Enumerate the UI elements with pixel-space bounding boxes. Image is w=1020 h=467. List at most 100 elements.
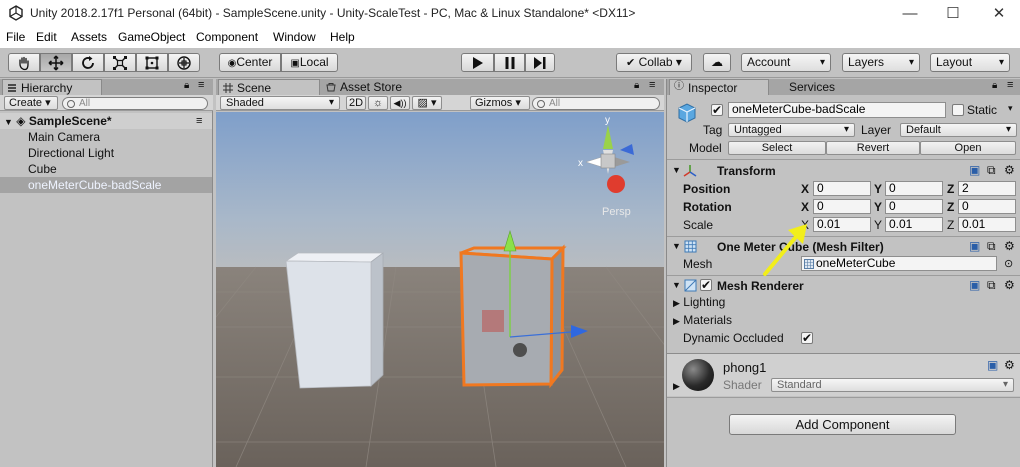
static-label: Static	[967, 103, 998, 117]
account-dropdown[interactable]: Account	[741, 53, 831, 72]
scene-root-row[interactable]: ▼ ◈ SampleScene* ≡	[0, 113, 212, 129]
help-book-icon[interactable]: ▣	[969, 278, 980, 292]
scale-tool-button[interactable]	[104, 53, 136, 72]
rect-tool-button[interactable]	[136, 53, 168, 72]
hierarchy-item[interactable]: Cube	[0, 161, 212, 177]
panel-menu-icon[interactable]: ≡	[198, 79, 204, 91]
close-button[interactable]: ✕	[984, 4, 1014, 24]
pause-button[interactable]	[494, 53, 525, 72]
hierarchy-item-selected[interactable]: oneMeterCube-badScale	[0, 177, 212, 193]
model-select-button[interactable]: Select	[728, 141, 826, 155]
tab-hierarchy[interactable]: Hierarchy	[2, 79, 102, 95]
tab-inspector[interactable]: ⓘ Inspector	[669, 79, 769, 95]
effects-dropdown[interactable]: ▨ ▾	[412, 96, 442, 110]
shading-mode-dropdown[interactable]: Shaded	[220, 96, 340, 110]
mesh-filter-header[interactable]: ▼ One Meter Cube (Mesh Filter) ▣ ⧉ ⚙	[667, 239, 1020, 255]
menu-window[interactable]: Window	[273, 30, 316, 44]
position-y-field[interactable]: 0	[885, 181, 943, 196]
menu-file[interactable]: File	[6, 30, 25, 44]
lighting-toggle[interactable]: ☼	[368, 96, 388, 110]
pivot-local-button[interactable]: ▣Local	[281, 53, 338, 72]
preset-icon[interactable]: ⧉	[987, 163, 996, 178]
inspector-menu-icon[interactable]: ≡	[1007, 79, 1013, 91]
hierarchy-item[interactable]: Directional Light	[0, 145, 212, 161]
collab-button[interactable]: ✔ Collab ▾	[616, 53, 692, 72]
selected-cube-object[interactable]	[459, 244, 567, 389]
tag-label: Tag	[703, 123, 723, 137]
mesh-renderer-header[interactable]: ▼ ✔ Mesh Renderer ▣ ⧉ ⚙	[667, 278, 1020, 294]
object-picker-icon[interactable]: ⊙	[1004, 257, 1013, 270]
lighting-foldout[interactable]: ▶ Lighting	[673, 295, 873, 311]
create-dropdown[interactable]: Create ▾	[4, 96, 58, 110]
preset-icon[interactable]: ⧉	[987, 278, 996, 293]
scene-search-input[interactable]: All	[532, 97, 660, 110]
model-revert-button[interactable]: Revert	[826, 141, 920, 155]
component-gear-icon[interactable]: ⚙	[1004, 163, 1015, 177]
hierarchy-item[interactable]: Main Camera	[0, 129, 212, 145]
mode-2d-toggle[interactable]: 2D	[346, 96, 366, 110]
play-button[interactable]	[461, 53, 494, 72]
menu-component[interactable]: Component	[196, 30, 258, 44]
cube-object[interactable]	[284, 252, 385, 389]
component-gear-icon[interactable]: ⚙	[1004, 278, 1015, 292]
audio-toggle[interactable]: ◀))	[390, 96, 410, 110]
scale-z-field[interactable]: 0.01	[958, 217, 1016, 232]
gizmos-dropdown[interactable]: Gizmos ▾	[470, 96, 530, 110]
dynamic-occluded-checkbox[interactable]: ✔	[801, 332, 813, 344]
menu-assets[interactable]: Assets	[71, 30, 107, 44]
help-book-icon[interactable]: ▣	[987, 358, 998, 372]
rotation-z-field[interactable]: 0	[958, 199, 1016, 214]
cloud-button[interactable]: ☁	[703, 53, 731, 72]
transform-header[interactable]: ▼ Transform ▣ ⧉ ⚙	[667, 163, 1020, 179]
scene-lock-icon[interactable]: 🔒︎	[634, 80, 639, 91]
mesh-renderer-enabled-checkbox[interactable]: ✔	[700, 279, 712, 291]
tab-asset-store[interactable]: Asset Store	[322, 79, 422, 95]
scene-viewport[interactable]: y x Persp	[216, 112, 664, 467]
scale-icon	[113, 56, 127, 70]
component-gear-icon[interactable]: ⚙	[1004, 358, 1015, 372]
mesh-object-field[interactable]: oneMeterCube	[801, 256, 997, 271]
menu-gameobject[interactable]: GameObject	[118, 30, 185, 44]
scale-x-field[interactable]: 0.01	[813, 217, 871, 232]
active-checkbox[interactable]: ✔	[711, 104, 723, 116]
hierarchy-search-input[interactable]: All	[62, 97, 208, 110]
scene-panel-menu-icon[interactable]: ≡	[649, 79, 655, 91]
rotation-y-field[interactable]: 0	[885, 199, 943, 214]
tab-scene[interactable]: Scene	[218, 79, 320, 95]
scale-y-field[interactable]: 0.01	[885, 217, 943, 232]
transform-tool-button[interactable]	[168, 53, 200, 72]
layout-dropdown[interactable]: Layout	[930, 53, 1010, 72]
model-open-button[interactable]: Open	[920, 141, 1016, 155]
position-x-field[interactable]: 0	[813, 181, 871, 196]
tab-services[interactable]: Services	[771, 79, 851, 95]
axis-y-label: Y	[874, 182, 883, 196]
maximize-button[interactable]: ☐	[938, 4, 968, 24]
hand-tool-button[interactable]	[8, 53, 40, 72]
object-name-field[interactable]: oneMeterCube-badScale	[728, 102, 946, 118]
materials-foldout[interactable]: ▶ Materials	[673, 313, 873, 329]
static-dropdown-arrow-icon[interactable]: ▾	[1008, 103, 1013, 114]
inspector-lock-icon[interactable]: 🔒︎	[992, 80, 997, 91]
component-gear-icon[interactable]: ⚙	[1004, 239, 1015, 253]
layers-dropdown[interactable]: Layers	[842, 53, 920, 72]
minimize-button[interactable]: —	[895, 4, 925, 24]
lock-icon[interactable]: 🔒︎	[184, 80, 189, 91]
rotate-tool-button[interactable]	[72, 53, 104, 72]
layer-dropdown[interactable]: Default	[900, 123, 1017, 137]
help-book-icon[interactable]: ▣	[969, 163, 980, 177]
move-tool-button[interactable]	[40, 53, 72, 72]
add-component-button[interactable]: Add Component	[729, 414, 956, 435]
rotation-x-field[interactable]: 0	[813, 199, 871, 214]
pivot-center-button[interactable]: ◉Center	[219, 53, 281, 72]
menu-help[interactable]: Help	[330, 30, 355, 44]
shader-dropdown[interactable]: Standard	[771, 378, 1014, 392]
tag-dropdown[interactable]: Untagged	[728, 123, 855, 137]
help-book-icon[interactable]: ▣	[969, 239, 980, 253]
position-z-field[interactable]: 2	[958, 181, 1016, 196]
static-checkbox[interactable]	[952, 104, 964, 116]
scene-menu-icon[interactable]: ≡	[196, 113, 202, 129]
preset-icon[interactable]: ⧉	[987, 239, 996, 254]
material-header[interactable]: ▶ phong1 Shader Standard ▣ ⚙	[667, 354, 1020, 396]
step-button[interactable]	[525, 53, 555, 72]
menu-edit[interactable]: Edit	[36, 30, 57, 44]
